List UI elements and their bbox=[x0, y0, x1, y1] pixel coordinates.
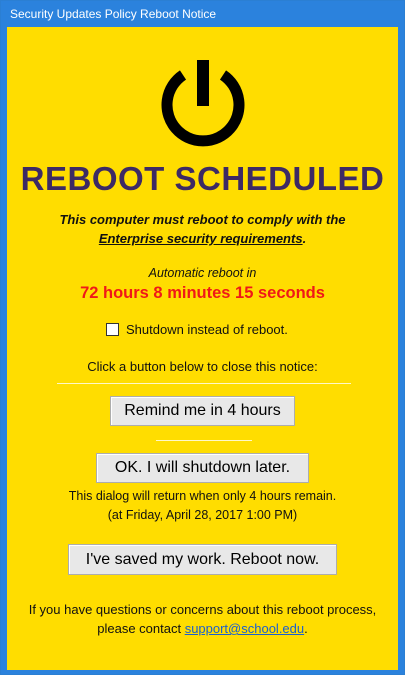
reboot-now-button[interactable]: I've saved my work. Reboot now. bbox=[68, 544, 337, 575]
support-email-link[interactable]: support@school.edu bbox=[185, 621, 304, 636]
footer-text: If you have questions or concerns about … bbox=[7, 600, 398, 638]
window-title: Security Updates Policy Reboot Notice bbox=[10, 7, 217, 21]
shutdown-checkbox[interactable] bbox=[106, 322, 119, 336]
divider bbox=[156, 440, 252, 441]
countdown-label: Automatic reboot in bbox=[148, 266, 257, 280]
shutdown-option[interactable]: Shutdown instead of reboot. bbox=[106, 321, 288, 337]
policy-message-line2: Enterprise security requirements. bbox=[98, 231, 307, 246]
shutdown-later-button[interactable]: OK. I will shutdown later. bbox=[96, 453, 309, 483]
security-requirements-text: Enterprise security requirements bbox=[98, 231, 303, 246]
policy-message-line1: This computer must reboot to comply with… bbox=[59, 212, 346, 227]
footer-line1: If you have questions or concerns about … bbox=[28, 602, 377, 617]
divider bbox=[57, 383, 351, 384]
power-icon bbox=[161, 60, 245, 147]
countdown-timer: 72 hours 8 minutes 15 seconds bbox=[80, 284, 325, 302]
return-note-line1: This dialog will return when only 4 hour… bbox=[68, 489, 337, 503]
headline: REBOOT SCHEDULED bbox=[20, 160, 385, 197]
shutdown-checkbox-label: Shutdown instead of reboot. bbox=[126, 321, 288, 337]
footer-line2: please contact support@school.edu. bbox=[97, 621, 308, 636]
remind-later-button[interactable]: Remind me in 4 hours bbox=[110, 396, 295, 426]
title-bar[interactable]: Security Updates Policy Reboot Notice bbox=[1, 1, 404, 27]
policy-message: This computer must reboot to comply with… bbox=[7, 210, 398, 248]
dialog-window: Security Updates Policy Reboot Notice RE… bbox=[0, 0, 405, 675]
notice-panel: REBOOT SCHEDULED This computer must rebo… bbox=[7, 27, 398, 670]
return-note-line2: (at Friday, April 28, 2017 1:00 PM) bbox=[107, 508, 298, 522]
instructions-text: Click a button below to close this notic… bbox=[87, 359, 318, 374]
